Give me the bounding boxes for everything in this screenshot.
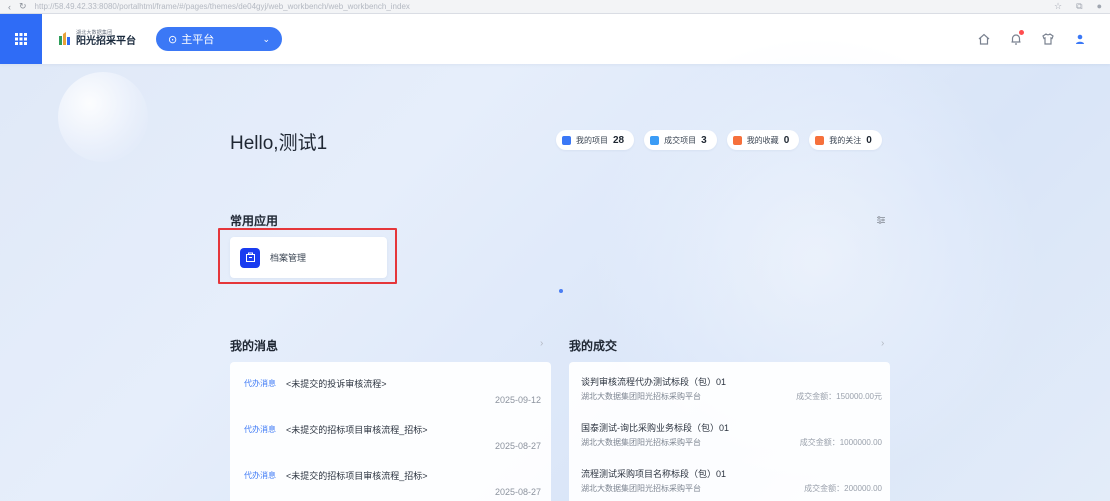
back-icon[interactable]: ‹ [8, 2, 11, 12]
message-date: 2025-08-27 [494, 487, 541, 497]
refresh-icon[interactable]: ↻ [19, 1, 27, 12]
app-grid-button[interactable] [0, 14, 42, 64]
deal-org: 湖北大数据集团阳光招标采购平台 [581, 438, 701, 447]
message-tag: 代办消息 [244, 471, 276, 480]
stat-label: 成交项目 [664, 135, 697, 145]
favorite-icon [732, 135, 742, 145]
stat-value: 3 [701, 134, 707, 146]
top-app-bar: 湖北大数据集团 阳光招采平台 ⊙ 主平台 ⌄ [0, 14, 1110, 64]
deal-icon [650, 135, 660, 145]
notification-dot [1019, 30, 1024, 35]
stat-label: 我的项目 [576, 135, 608, 145]
deal-org: 湖北大数据集团阳光招标采购平台 [581, 392, 701, 401]
message-tag: 代办消息 [244, 425, 276, 434]
platform-selector-value: 主平台 [181, 34, 215, 46]
messages-panel: 代办消息 <未提交的投诉审核流程> 2025-09-12 代办消息 <未提交的招… [230, 362, 551, 501]
message-row[interactable]: 代办消息 <未提交的投诉审核流程> 2025-09-12 [230, 362, 551, 408]
home-icon[interactable] [976, 31, 992, 47]
location-icon: ⊙ [168, 33, 178, 46]
grid-icon [15, 33, 27, 45]
deals-more-icon[interactable]: › [881, 338, 884, 349]
stat-value: 0 [866, 134, 872, 146]
project-icon [562, 135, 571, 145]
message-date: 2025-08-27 [494, 441, 541, 451]
logo-title: 阳光招采平台 [76, 36, 136, 47]
message-row[interactable]: 代办消息 <未提交的招标项目审核流程_招标> 2025-08-27 [230, 454, 551, 500]
message-text: <未提交的招标项目审核流程_招标> [286, 425, 428, 435]
messages-title: 我的消息 [230, 339, 279, 353]
deal-name: 流程测试采购项目名称标段（包）01 [581, 469, 727, 479]
extensions-icon[interactable]: ⧉ [1076, 1, 1082, 12]
stat-my-follows[interactable]: 我的关注 0 [809, 130, 882, 150]
platform-selector[interactable]: ⊙ 主平台 ⌄ [156, 27, 282, 51]
brand-logo[interactable]: 湖北大数据集团 阳光招采平台 [56, 31, 136, 47]
stat-label: 我的收藏 [746, 135, 779, 145]
deal-name: 国泰测试-询比采购业务标段（包）01 [581, 423, 730, 433]
deal-name: 谈判审核流程代办测试标段（包）01 [581, 377, 727, 387]
common-apps-title: 常用应用 [230, 214, 279, 228]
follow-icon [815, 135, 825, 145]
message-row[interactable]: 代办消息 <未提交的招标项目审核流程_招标> 2025-08-27 [230, 408, 551, 454]
stat-deal-projects[interactable]: 成交项目 3 [644, 130, 717, 150]
messages-more-icon[interactable]: › [540, 338, 543, 349]
deal-amount: 成交金额：200000.00 [804, 484, 882, 493]
deal-row[interactable]: 谈判审核流程代办测试标段（包）01 湖北大数据集团阳光招标采购平台 成交金额：1… [569, 362, 890, 408]
chevron-down-icon: ⌄ [262, 33, 270, 44]
stat-label: 我的关注 [829, 135, 862, 145]
stat-my-projects[interactable]: 我的项目 28 [556, 130, 635, 150]
bell-icon[interactable] [1008, 30, 1024, 47]
browser-chrome: ‹ ↻ http://58.49.42.33:8080/portalhtml/f… [0, 0, 1110, 14]
message-text: <未提交的投诉审核流程> [286, 379, 387, 389]
decorative-bubble [58, 72, 148, 162]
favorites-icon[interactable]: ☆ [1054, 1, 1062, 12]
message-text: <未提交的招标项目审核流程_招标> [286, 471, 428, 481]
deals-title: 我的成交 [569, 339, 618, 353]
deal-row[interactable]: 流程测试采购项目名称标段（包）01 湖北大数据集团阳光招标采购平台 成交金额：2… [569, 454, 890, 500]
deal-row[interactable]: 国泰测试-询比采购业务标段（包）01 湖北大数据集团阳光招标采购平台 成交金额：… [569, 408, 890, 454]
profile-icon[interactable]: ● [1097, 1, 1102, 12]
settings-sliders-icon[interactable] [876, 212, 886, 230]
deal-amount: 成交金额：1000000.00 [799, 438, 882, 447]
highlight-box [218, 228, 397, 284]
stat-value: 28 [613, 134, 625, 146]
address-bar[interactable]: http://58.49.42.33:8080/portalhtml/frame… [35, 2, 410, 11]
message-tag: 代办消息 [244, 379, 276, 388]
greeting-title: Hello,测试1 [230, 133, 328, 154]
deal-org: 湖北大数据集团阳光招标采购平台 [581, 484, 701, 493]
stat-my-favorites[interactable]: 我的收藏 0 [726, 130, 800, 150]
user-icon[interactable] [1072, 31, 1088, 47]
deal-amount: 成交金额：150000.00元 [796, 392, 882, 401]
logo-mark-icon [59, 32, 70, 45]
message-date: 2025-09-12 [494, 395, 541, 405]
carousel-indicator[interactable] [559, 289, 563, 293]
stats-bar: 我的项目 28 成交项目 3 我的收藏 0 我的关注 0 [556, 130, 882, 150]
stat-value: 0 [783, 134, 790, 146]
deals-panel: 谈判审核流程代办测试标段（包）01 湖北大数据集团阳光招标采购平台 成交金额：1… [569, 362, 890, 501]
shirt-icon[interactable] [1040, 31, 1056, 47]
